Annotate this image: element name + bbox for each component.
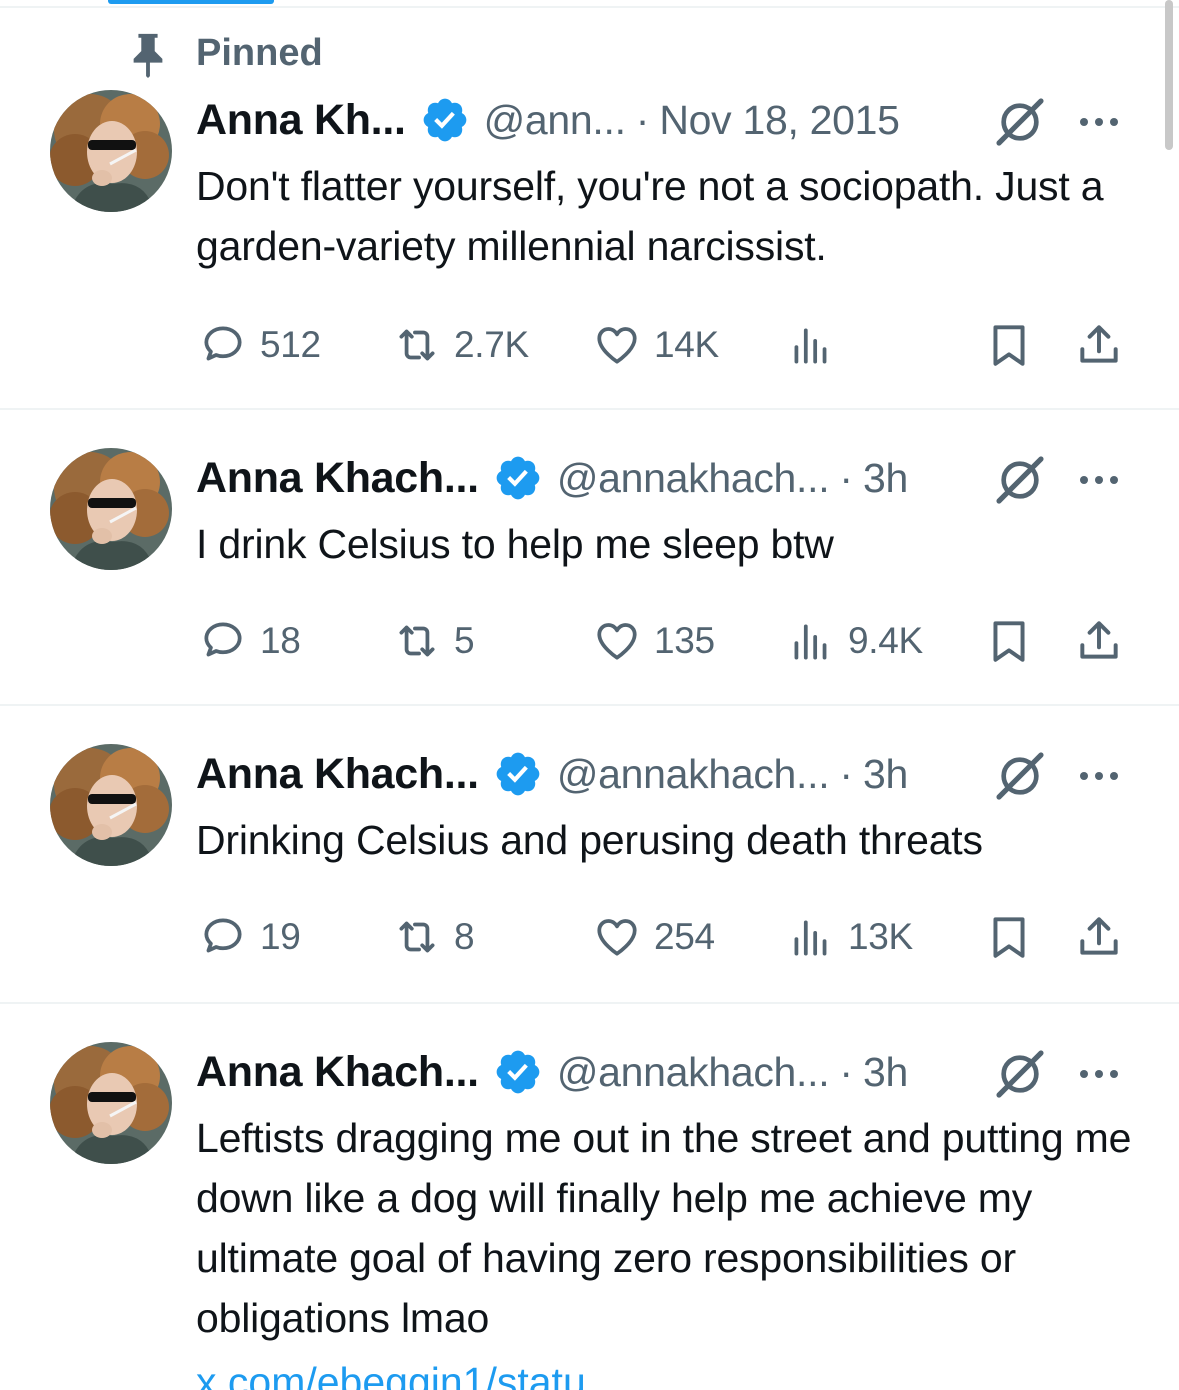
reply-icon bbox=[198, 320, 248, 370]
like-count: 254 bbox=[654, 916, 715, 957]
tweet-link[interactable]: x.com/ebeggin1/statu... bbox=[196, 1352, 620, 1390]
more-icon[interactable] bbox=[1076, 112, 1122, 132]
verified-icon[interactable] bbox=[493, 453, 543, 503]
views-icon bbox=[786, 616, 836, 666]
reply-count: 19 bbox=[260, 916, 301, 957]
timestamp[interactable]: 3h bbox=[863, 751, 908, 798]
repost-icon bbox=[392, 912, 442, 962]
verified-icon[interactable] bbox=[493, 1047, 543, 1097]
tweet-text: Leftists dragging me out in the street a… bbox=[196, 1115, 1132, 1341]
repost-button[interactable]: 8 bbox=[392, 912, 475, 962]
scrollbar[interactable] bbox=[1165, 0, 1173, 150]
separator-dot: · bbox=[839, 454, 853, 501]
repost-count: 5 bbox=[454, 620, 475, 661]
author-name[interactable]: Anna Khach... bbox=[196, 1048, 479, 1097]
repost-button[interactable]: 5 bbox=[392, 616, 475, 666]
bookmark-icon bbox=[984, 320, 1034, 370]
share-button[interactable] bbox=[1074, 912, 1124, 962]
share-icon bbox=[1074, 616, 1124, 666]
bookmark-icon bbox=[984, 616, 1034, 666]
reply-count: 18 bbox=[260, 620, 301, 661]
grok-icon[interactable] bbox=[992, 94, 1048, 150]
tweet-divider bbox=[0, 408, 1179, 410]
like-button[interactable]: 254 bbox=[592, 912, 715, 962]
separator-dot: · bbox=[635, 96, 650, 143]
repost-count: 2.7K bbox=[454, 324, 529, 365]
avatar[interactable] bbox=[50, 1042, 172, 1164]
pin-icon bbox=[128, 32, 168, 78]
tweet-text: I drink Celsius to help me sleep btw bbox=[196, 521, 834, 567]
bookmark-button[interactable] bbox=[984, 912, 1034, 962]
tweet-text: Don't flatter yourself, you're not a soc… bbox=[196, 163, 1104, 269]
bookmark-button[interactable] bbox=[984, 616, 1034, 666]
reply-button[interactable]: 19 bbox=[198, 912, 301, 962]
author-handle[interactable]: @annakhach... bbox=[557, 1049, 830, 1096]
separator-dot: · bbox=[839, 1048, 853, 1095]
like-count: 135 bbox=[654, 620, 715, 661]
grok-icon[interactable] bbox=[992, 452, 1048, 508]
views-button[interactable] bbox=[786, 320, 848, 370]
views-count: 13K bbox=[848, 916, 913, 957]
pinned-label: Pinned bbox=[196, 32, 323, 74]
separator-dot: · bbox=[839, 750, 853, 797]
like-icon bbox=[592, 320, 642, 370]
views-icon bbox=[786, 320, 836, 370]
reply-button[interactable]: 512 bbox=[198, 320, 321, 370]
top-tab-indicator bbox=[108, 0, 274, 4]
reply-icon bbox=[198, 616, 248, 666]
like-icon bbox=[592, 912, 642, 962]
like-count: 14K bbox=[654, 324, 719, 365]
share-button[interactable] bbox=[1074, 320, 1124, 370]
views-icon bbox=[786, 912, 836, 962]
views-button[interactable]: 9.4K bbox=[786, 616, 923, 666]
repost-count: 8 bbox=[454, 916, 475, 957]
reply-icon bbox=[198, 912, 248, 962]
grok-icon[interactable] bbox=[992, 1046, 1048, 1102]
repost-icon bbox=[392, 320, 442, 370]
share-icon bbox=[1074, 320, 1124, 370]
share-icon bbox=[1074, 912, 1124, 962]
reply-count: 512 bbox=[260, 324, 321, 365]
timestamp[interactable]: 3h bbox=[863, 455, 908, 502]
author-name[interactable]: Anna Khach... bbox=[196, 750, 479, 799]
views-count: 9.4K bbox=[848, 620, 923, 661]
author-handle[interactable]: @annakhach... bbox=[557, 455, 830, 502]
tweet-divider bbox=[0, 704, 1179, 706]
author-name[interactable]: Anna Khach... bbox=[196, 454, 479, 503]
tweet-divider bbox=[0, 1002, 1179, 1004]
like-icon bbox=[592, 616, 642, 666]
avatar[interactable] bbox=[50, 448, 172, 570]
verified-icon[interactable] bbox=[420, 95, 470, 145]
repost-icon bbox=[392, 616, 442, 666]
avatar[interactable] bbox=[50, 90, 172, 212]
share-button[interactable] bbox=[1074, 616, 1124, 666]
author-handle[interactable]: @ann... bbox=[484, 97, 626, 144]
timestamp[interactable]: 3h bbox=[863, 1049, 908, 1096]
more-icon[interactable] bbox=[1076, 470, 1122, 490]
repost-button[interactable]: 2.7K bbox=[392, 320, 529, 370]
verified-icon[interactable] bbox=[493, 749, 543, 799]
author-handle[interactable]: @annakhach... bbox=[557, 751, 830, 798]
top-divider bbox=[0, 6, 1179, 8]
more-icon[interactable] bbox=[1076, 1064, 1122, 1084]
bookmark-button[interactable] bbox=[984, 320, 1034, 370]
tweet-text: Drinking Celsius and perusing death thre… bbox=[196, 817, 983, 863]
reply-button[interactable]: 18 bbox=[198, 616, 301, 666]
views-button[interactable]: 13K bbox=[786, 912, 913, 962]
bookmark-icon bbox=[984, 912, 1034, 962]
timestamp[interactable]: Nov 18, 2015 bbox=[659, 97, 900, 144]
grok-icon[interactable] bbox=[992, 748, 1048, 804]
avatar[interactable] bbox=[50, 744, 172, 866]
like-button[interactable]: 135 bbox=[592, 616, 715, 666]
like-button[interactable]: 14K bbox=[592, 320, 719, 370]
author-name[interactable]: Anna Kh... bbox=[196, 96, 406, 145]
more-icon[interactable] bbox=[1076, 766, 1122, 786]
